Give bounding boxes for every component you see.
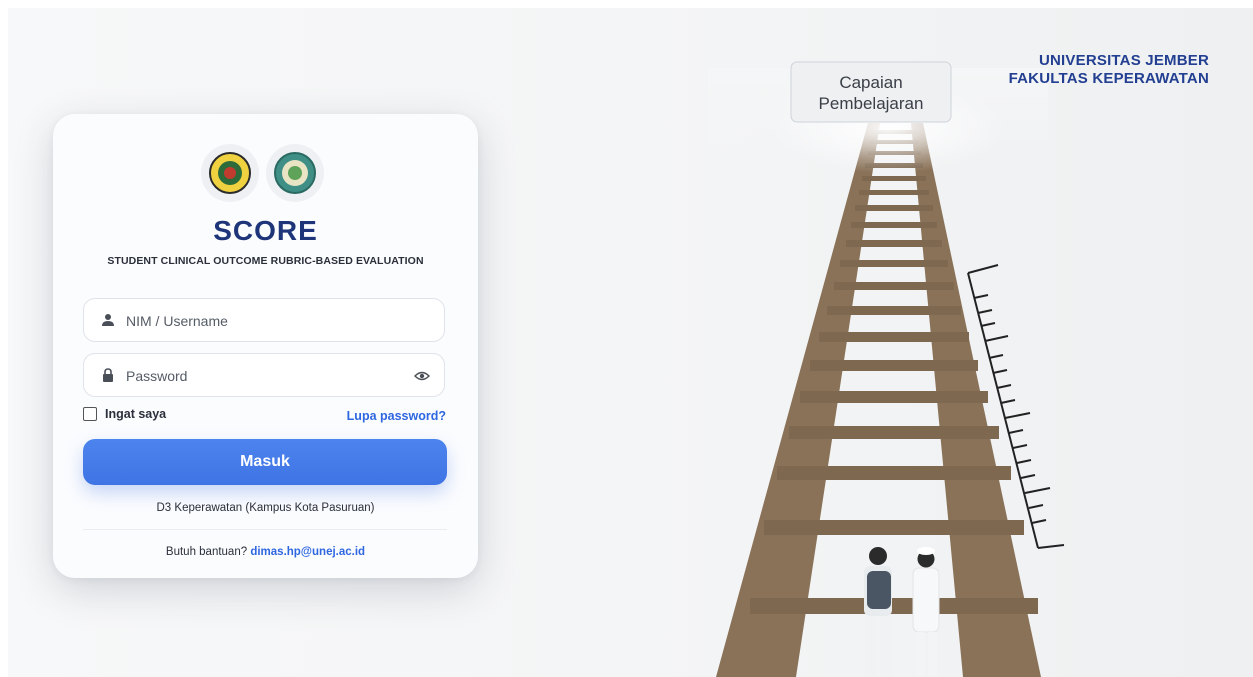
lock-icon xyxy=(103,368,113,382)
logo-group xyxy=(191,134,341,214)
login-card: SCORE STUDENT CLINICAL OUTCOME RUBRIC-BA… xyxy=(53,114,478,578)
forgot-password-link[interactable]: Lupa password? xyxy=(347,409,446,423)
remember-label: Ingat saya xyxy=(105,407,167,421)
username-input[interactable] xyxy=(124,309,408,333)
campus-label: D3 Keperawatan (Kampus Kota Pasuruan) xyxy=(156,502,375,514)
login-button[interactable]: Masuk xyxy=(83,439,447,485)
institution-heading: UNIVERSITAS JEMBER FAKULTAS KEPERAWATAN xyxy=(1009,52,1209,88)
user-icon xyxy=(102,314,114,326)
help-text: Butuh bantuan? dimas.hp@unej.ac.id xyxy=(53,546,478,558)
university-name: UNIVERSITAS JEMBER xyxy=(1038,52,1209,69)
app-subtitle: STUDENT CLINICAL OUTCOME RUBRIC-BASED EV… xyxy=(107,255,424,267)
password-field[interactable] xyxy=(83,353,445,397)
sign-line-1: Capaian xyxy=(839,73,902,92)
app-title: SCORE xyxy=(213,215,318,246)
faculty-name: FAKULTAS KEPERAWATAN xyxy=(1008,70,1209,87)
username-field[interactable] xyxy=(83,298,445,342)
divider xyxy=(83,529,447,530)
login-page: Capaian Pembelajaran UNIVERSITAS JEMBER … xyxy=(8,8,1253,677)
help-prompt: Butuh bantuan? xyxy=(165,546,251,558)
sign-line-2: Pembelajaran xyxy=(819,94,924,113)
faculty-logo-icon xyxy=(266,144,324,202)
remember-checkbox[interactable] xyxy=(83,407,97,421)
university-logo-icon xyxy=(201,144,259,202)
remember-me[interactable]: Ingat saya xyxy=(83,407,166,421)
help-email-link[interactable]: dimas.hp@unej.ac.id xyxy=(250,546,365,558)
password-input[interactable] xyxy=(124,364,408,388)
show-password-eye-icon[interactable] xyxy=(414,368,430,384)
